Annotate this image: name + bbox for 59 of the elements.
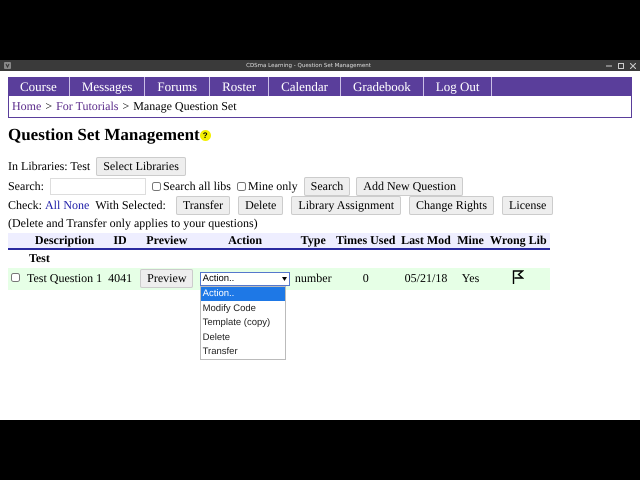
column-header: Type [292,232,334,248]
search-label: Search: [8,178,44,194]
nav-item[interactable]: Messages [70,77,146,96]
flag-icon[interactable] [512,270,524,284]
table-cell: 0 [334,268,398,290]
checkbox[interactable] [236,182,246,191]
bulk-action-button[interactable]: License [502,196,554,216]
column-header: Description [24,232,104,248]
breadcrumb-link[interactable]: Home [12,99,42,114]
check-link[interactable]: All [45,198,60,214]
breadcrumb-separator: > [45,99,52,114]
search-button[interactable]: Search [304,176,350,196]
check-link[interactable]: None [63,198,90,214]
column-header: Wrong Lib [486,232,550,248]
preview-button[interactable]: Preview [140,269,194,288]
row-checkbox[interactable] [10,273,20,282]
note-text: (Delete and Transfer only applies to your questions) [8,216,258,230]
check-label: Check: [8,198,42,214]
column-header: ID [104,232,136,248]
checkbox[interactable] [152,182,161,191]
column-header: Mine [454,232,487,248]
minimize-icon[interactable] [606,62,612,68]
maximize-icon[interactable] [618,62,624,68]
nav-item[interactable]: Gradebook [341,77,424,96]
table-cell: Yes [454,268,487,290]
breadcrumb-link[interactable]: For Tutorials [56,99,118,114]
nav-item[interactable]: Calendar [269,77,341,96]
column-header: Last Mod [398,232,454,248]
with-selected-label: With Selected: [95,198,166,214]
search-field[interactable] [50,178,146,195]
nav-item[interactable]: Roster [210,77,270,96]
close-icon[interactable] [630,62,636,68]
action-select[interactable]: Action.. [200,272,290,286]
table-cell: number [292,268,334,290]
bulk-action-button[interactable]: Change Rights [409,196,494,216]
nav-item[interactable]: Forums [145,77,210,96]
page-heading: Question Set Management [8,125,200,145]
table-cell: 4041 [104,268,136,290]
column-header: Preview [136,232,198,248]
current-page-text: Manage Question Set [133,99,237,114]
table-cell: 05/21/18 [398,268,454,290]
libraries-label: In Libraries: Test [8,159,90,174]
group-label: Test [24,248,104,268]
bulk-action-button[interactable]: Transfer [176,196,230,216]
bulk-action-button[interactable]: Library Assignment [291,196,402,216]
bulk-action-button[interactable]: Delete [238,196,284,216]
select-libraries-button[interactable]: Select Libraries [96,157,186,176]
checkbox-label: Search all libs [162,178,231,194]
nav-item[interactable]: Course [8,77,70,96]
dropdown-arrow-icon [282,276,287,280]
breadcrumb-separator: > [122,99,130,114]
column-header: Times Used [334,232,398,248]
column-header: Action [198,232,293,248]
nav-item[interactable]: Log Out [424,77,492,96]
table-cell: Test Question 1 [24,268,104,290]
checkbox-label: Mine only [248,178,298,194]
help-icon[interactable]: ? [200,130,211,140]
search-button[interactable]: Add New Question [356,176,463,196]
dropdown-option[interactable]: Action.. [200,286,285,301]
